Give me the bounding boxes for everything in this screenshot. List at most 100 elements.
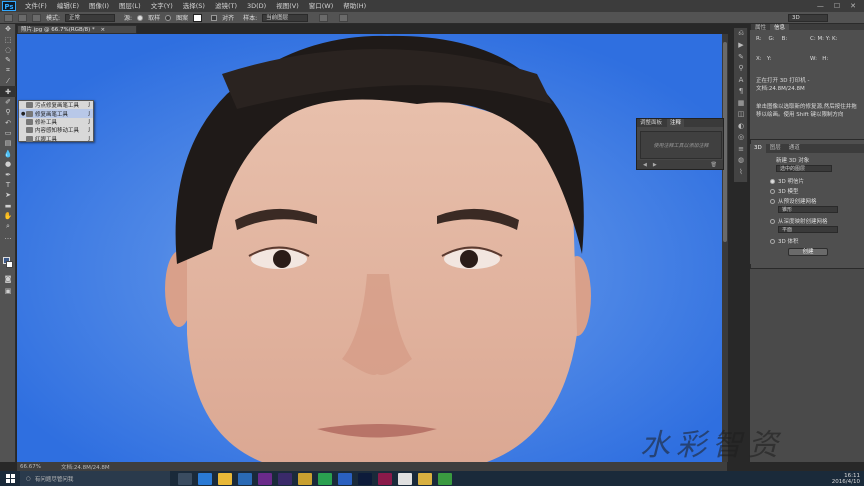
prev-note-icon[interactable]: ◀: [643, 162, 647, 168]
blur-tool-icon[interactable]: 💧: [0, 149, 16, 159]
option-mesh-from-preset[interactable]: 从预设创建网格: [770, 197, 817, 205]
eyedropper-tool-icon[interactable]: ⁄: [0, 76, 16, 86]
content-aware-move-item[interactable]: 内容感知移动工具 J: [19, 126, 93, 134]
option-3d-postcard[interactable]: 3D 明信片: [770, 177, 804, 185]
option-mesh-from-depth[interactable]: 从深度映射创建网格: [770, 217, 828, 225]
menu-window[interactable]: 窗口(W): [304, 0, 339, 12]
layers-panel-icon[interactable]: ≡: [734, 143, 748, 155]
clone-stamp-tool-icon[interactable]: ⚲: [0, 107, 16, 117]
mode-select[interactable]: 正常: [65, 13, 116, 22]
dodge-tool-icon[interactable]: ●: [0, 159, 16, 169]
store-taskbar-icon[interactable]: [238, 472, 252, 485]
healing-brush-tool-icon[interactable]: ✚: [0, 86, 16, 97]
history-panel-icon[interactable]: ⎌: [734, 28, 748, 40]
crop-tool-icon[interactable]: ⌗: [0, 66, 16, 76]
minimize-button[interactable]: —: [817, 2, 824, 10]
premiere-taskbar-icon[interactable]: [278, 472, 292, 485]
menu-image[interactable]: 图像(I): [84, 0, 114, 12]
eraser-tool-icon[interactable]: ▭: [0, 128, 16, 138]
brush-panel-icon[interactable]: ✎: [734, 51, 748, 63]
document-tab[interactable]: 照片.jpg @ 66.7%(RGB/8) * ×: [17, 25, 137, 34]
taskview-taskbar-icon[interactable]: [178, 472, 192, 485]
document-size[interactable]: 文档:24.8M/24.8M: [61, 463, 110, 471]
maximize-button[interactable]: ☐: [834, 2, 840, 10]
explorer-taskbar-icon[interactable]: [218, 472, 232, 485]
move-tool-icon[interactable]: ✥: [0, 24, 16, 34]
folder-taskbar-icon[interactable]: [418, 472, 432, 485]
path-select-tool-icon[interactable]: ➤: [0, 190, 16, 200]
menu-view[interactable]: 视图(V): [271, 0, 304, 12]
lasso-tool-icon[interactable]: ◌: [0, 45, 16, 55]
quick-mask-icon[interactable]: ◙: [0, 274, 16, 284]
clone-source-panel-icon[interactable]: [32, 13, 41, 22]
menu-edit[interactable]: 编辑(E): [52, 0, 84, 12]
pressure-size-icon[interactable]: [339, 13, 349, 22]
tab-notes[interactable]: 注释: [667, 119, 685, 127]
adjustments-panel-icon[interactable]: ◐: [734, 120, 748, 132]
vertical-scrollbar[interactable]: [722, 34, 728, 462]
healing-brush-item[interactable]: ● 修复画笔工具 J: [19, 109, 93, 118]
app-blue-taskbar-icon[interactable]: [338, 472, 352, 485]
swatches-panel-icon[interactable]: ▦: [734, 97, 748, 109]
channels-panel-icon[interactable]: ◍: [734, 155, 748, 167]
history-brush-tool-icon[interactable]: ↶: [0, 118, 16, 128]
quick-select-tool-icon[interactable]: ✎: [0, 55, 16, 65]
illustrator-taskbar-icon[interactable]: [378, 472, 392, 485]
gradient-tool-icon[interactable]: ▤: [0, 138, 16, 148]
tab-adjustments[interactable]: 调整面板: [637, 119, 665, 127]
media-taskbar-icon[interactable]: [298, 472, 312, 485]
brush-size-picker-icon[interactable]: [18, 13, 27, 22]
more-tools-icon[interactable]: …: [0, 232, 16, 242]
pen-tool-icon[interactable]: ✒: [0, 169, 16, 179]
menu-3d[interactable]: 3D(D): [242, 0, 271, 12]
option-3d-volume[interactable]: 3D 体积: [770, 237, 798, 245]
background-color-swatch[interactable]: [6, 261, 13, 268]
healing-brush-preset-icon[interactable]: [4, 13, 13, 22]
tab-3d[interactable]: 3D: [750, 144, 766, 153]
paragraph-panel-icon[interactable]: ¶: [734, 86, 748, 98]
create-3d-button[interactable]: 创建: [788, 248, 828, 256]
close-button[interactable]: ✕: [850, 2, 856, 10]
taskbar-search[interactable]: ○ 有问题尽管问我: [20, 471, 170, 486]
screen-mode-icon[interactable]: ▣: [0, 286, 16, 296]
ignore-adjustment-icon[interactable]: [319, 13, 329, 22]
source-sampled-radio[interactable]: [137, 14, 144, 21]
spot-healing-brush-item[interactable]: 污点修复画笔工具 J: [19, 101, 93, 109]
menu-select[interactable]: 选择(S): [178, 0, 210, 12]
hand-tool-icon[interactable]: ✋: [0, 211, 16, 221]
navigator-panel-icon[interactable]: ◎: [734, 132, 748, 144]
tab-layers[interactable]: 图层: [766, 144, 785, 153]
horizontal-scrollbar[interactable]: [527, 462, 727, 471]
red-eye-tool-item[interactable]: 红眼工具 J: [19, 135, 93, 143]
menu-file[interactable]: 文件(F): [20, 0, 52, 12]
source-layer-select[interactable]: 选中的图层: [776, 165, 832, 172]
document-close-icon[interactable]: ×: [100, 27, 105, 33]
brush-tool-icon[interactable]: ✐: [0, 97, 16, 107]
taskbar-clock[interactable]: 16:11 2016/4/10: [832, 473, 864, 485]
type-tool-icon[interactable]: T: [0, 180, 16, 190]
paths-panel-icon[interactable]: ⌇: [734, 166, 748, 178]
menu-layer[interactable]: 图层(L): [114, 0, 146, 12]
patch-tool-item[interactable]: 修补工具 J: [19, 118, 93, 126]
app-green-taskbar-icon[interactable]: [318, 472, 332, 485]
edge-taskbar-icon[interactable]: [198, 472, 212, 485]
delete-note-icon[interactable]: 🗑: [711, 162, 723, 168]
clone-source-icon[interactable]: ⚲: [734, 63, 748, 75]
zoom-level[interactable]: 66.67%: [20, 464, 41, 470]
after-effects-taskbar-icon[interactable]: [258, 472, 272, 485]
zoom-tool-icon[interactable]: ⌕: [0, 221, 16, 231]
shape-tool-icon[interactable]: ▬: [0, 201, 16, 211]
photoshop-taskbar-icon[interactable]: [358, 472, 372, 485]
document-taskbar-icon[interactable]: [398, 472, 412, 485]
option-3d-extrusion[interactable]: 3D 模型: [770, 187, 798, 195]
sample-select[interactable]: 当前图层: [262, 13, 309, 22]
aligned-checkbox[interactable]: [211, 14, 218, 21]
mesh-preset-select[interactable]: 锥形: [778, 206, 838, 213]
character-panel-icon[interactable]: A: [734, 74, 748, 86]
next-note-icon[interactable]: ▶: [653, 162, 657, 168]
actions-panel-icon[interactable]: ▶: [734, 40, 748, 52]
depth-map-select[interactable]: 平面: [778, 226, 838, 233]
marquee-tool-icon[interactable]: ⬚: [0, 34, 16, 44]
menu-type[interactable]: 文字(Y): [146, 0, 178, 12]
windows-start-button[interactable]: [0, 471, 20, 486]
